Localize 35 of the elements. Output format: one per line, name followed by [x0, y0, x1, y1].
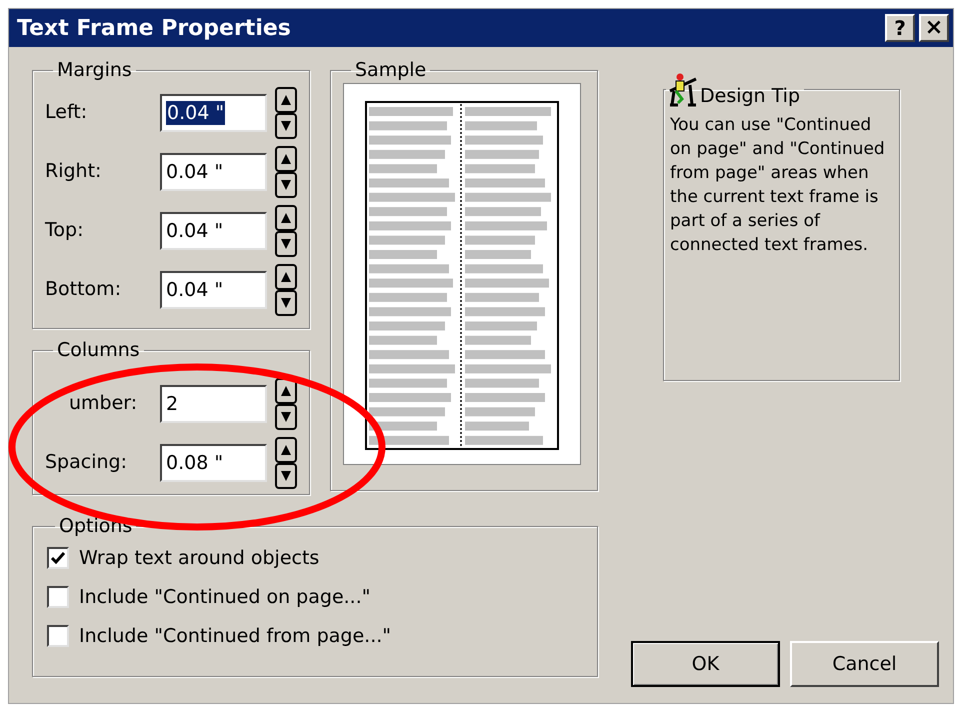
field-label: Spacing:	[45, 451, 127, 474]
field-label: Left:	[45, 101, 88, 124]
checkbox[interactable]	[47, 625, 69, 647]
field-label: Right:	[45, 160, 102, 182]
help-button[interactable]: ?	[885, 14, 915, 42]
field-label: umber:	[69, 392, 138, 414]
checkmark-icon	[51, 552, 65, 564]
spin-buttons[interactable]	[275, 146, 297, 198]
checkbox-option[interactable]: Include "Continued from page..."	[47, 625, 583, 647]
group-label: Sample	[354, 59, 428, 81]
input-field[interactable]: 0.04 "	[160, 270, 267, 308]
close-button[interactable]: ×	[919, 14, 949, 42]
window-title: Text Frame Properties	[17, 14, 292, 42]
dialog-button[interactable]: OK	[631, 641, 780, 687]
group-label: Design Tip	[700, 85, 802, 107]
checkbox-option[interactable]: Wrap text around objects	[47, 547, 583, 569]
group-label: Margins	[56, 59, 133, 81]
checkbox[interactable]	[47, 586, 69, 608]
spin-buttons[interactable]	[275, 86, 297, 138]
dialog-button[interactable]: Cancel	[790, 641, 939, 687]
spin-buttons[interactable]	[275, 264, 297, 316]
checkbox-option[interactable]: Include "Continued on page..."	[47, 586, 583, 608]
design-tip-text: You can use "Continued on page" and "Continued from page" areas when the current text frame is part of a series of connected text frames.	[670, 114, 886, 257]
field-label: Top:	[45, 219, 84, 242]
spin-buttons[interactable]	[275, 436, 297, 488]
input-field[interactable]: 0.04 "	[160, 152, 267, 190]
checkbox[interactable]	[47, 547, 69, 569]
input-field[interactable]: 0.04 "	[160, 94, 267, 132]
input-field[interactable]: 0.04 "	[160, 212, 267, 250]
group-label: Columns	[56, 339, 141, 361]
input-field[interactable]: 0.08 "	[160, 444, 267, 482]
spin-buttons[interactable]	[275, 378, 297, 430]
spin-buttons[interactable]	[275, 204, 297, 256]
input-field[interactable]: 2	[160, 384, 267, 422]
field-label: Bottom:	[45, 278, 122, 300]
